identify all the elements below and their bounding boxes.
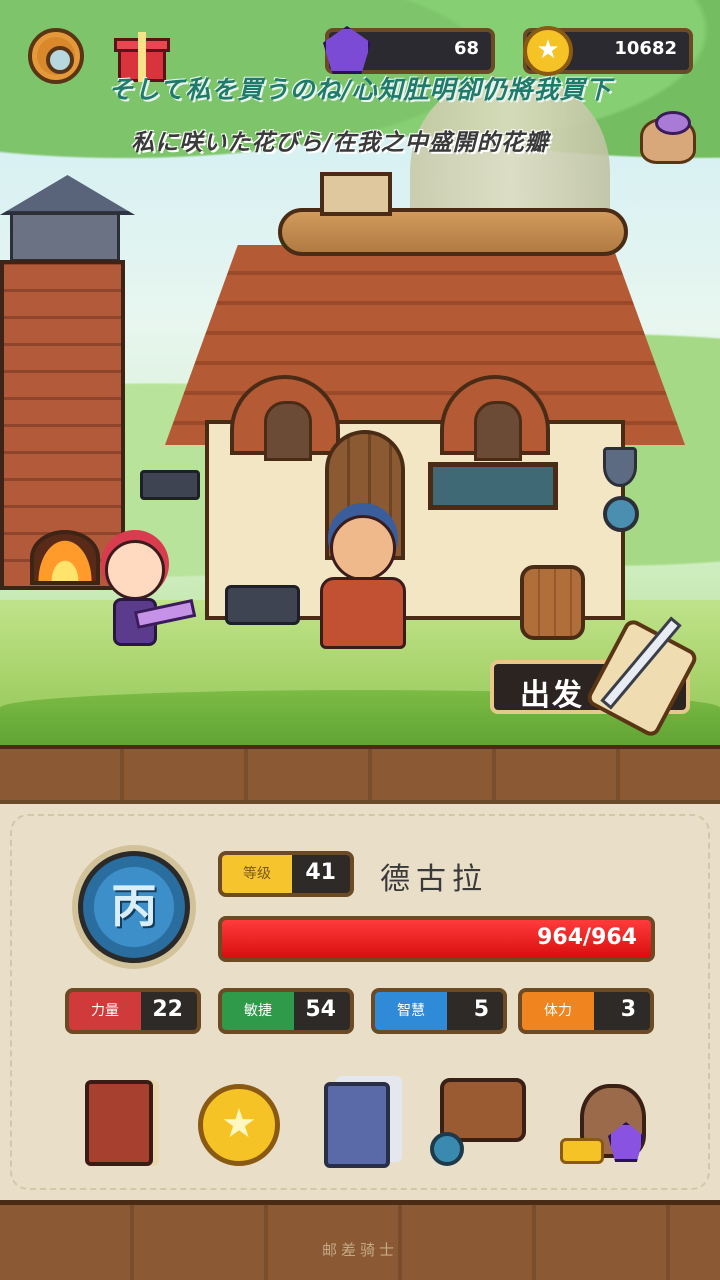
coin-counter[interactable]: ★ 10682 — [523, 26, 693, 76]
dirt-divider — [0, 745, 720, 800]
treasure-bag-icon — [640, 111, 696, 164]
treasure-button[interactable] — [560, 1074, 656, 1170]
wisdom-label: 智慧 — [375, 992, 447, 1030]
forge-tower-top — [10, 212, 120, 262]
forge-fire — [30, 530, 100, 585]
house-window — [428, 462, 558, 510]
hero-character[interactable] — [105, 540, 165, 650]
level-value: 41 — [305, 860, 336, 885]
treasure-bag-button[interactable] — [636, 108, 700, 164]
skill-cards-button[interactable] — [318, 1074, 414, 1170]
chimney — [320, 172, 392, 216]
agility-value: 54 — [305, 997, 336, 1022]
skill-cards-icon — [324, 1082, 390, 1168]
stat-strength: 力量 22 — [65, 988, 201, 1034]
game-title: 邮差骑士 — [321, 1241, 398, 1259]
star-coin-button[interactable]: ★ — [192, 1074, 288, 1170]
level-box: 等级 41 — [218, 851, 354, 897]
lyric-line-2: 私に咲いた花びら/在我之中盛開的花瓣 — [131, 129, 549, 156]
stat-agility: 敏捷 54 — [218, 988, 354, 1034]
coin-stack-icon — [560, 1138, 604, 1164]
coin-count: 10682 — [614, 38, 677, 59]
strength-value: 22 — [152, 997, 183, 1022]
gem-icon — [323, 26, 371, 74]
endurance-label: 体力 — [522, 992, 594, 1030]
hp-bar: 964/964 — [218, 916, 655, 962]
wall-shield — [603, 447, 637, 487]
hp-text: 964/964 — [537, 925, 637, 950]
hero-book-button[interactable] — [75, 1074, 171, 1170]
depart-label: 出发 — [520, 678, 584, 713]
lyric-line-1: そして私を買うのね/心知肚明卻仍將我買下 — [108, 75, 612, 104]
depart-button[interactable]: 出发 — [490, 616, 700, 740]
hero-name: 德古拉 — [380, 862, 488, 897]
endurance-value: 3 — [620, 997, 636, 1022]
blacksmith-body — [320, 577, 406, 649]
potion-icon — [430, 1132, 464, 1166]
weapon-barrel — [520, 565, 585, 640]
footer-ground: 邮差骑士 — [0, 1200, 720, 1280]
anvil — [225, 585, 300, 625]
hero-book-icon — [85, 1080, 153, 1166]
stat-wisdom: 智慧 5 — [371, 988, 507, 1034]
stat-endurance: 体力 3 — [518, 988, 654, 1034]
rank-grade: 丙 — [111, 879, 157, 933]
blacksmith-npc[interactable] — [315, 515, 410, 650]
rank-medal[interactable]: 丙 — [78, 851, 190, 963]
coin-icon: ★ — [523, 26, 573, 76]
equipment-button[interactable] — [430, 1074, 526, 1170]
wall-round-shield — [603, 496, 639, 532]
agility-label: 敏捷 — [222, 992, 294, 1030]
level-label: 等级 — [222, 855, 292, 893]
gem-count: 68 — [453, 38, 479, 59]
hero-info-panel: 丙 等级 41 德古拉 964/964 力量 22 敏捷 54 智慧 5 体力 … — [0, 800, 720, 1200]
blacksmith-head — [330, 515, 396, 581]
gem-counter[interactable]: 68 — [323, 26, 495, 74]
star-coin-icon: ★ — [198, 1084, 280, 1166]
hanging-anvil-sign — [140, 470, 200, 500]
strength-label: 力量 — [69, 992, 141, 1030]
wisdom-value: 5 — [473, 997, 489, 1022]
hero-head — [105, 540, 165, 600]
